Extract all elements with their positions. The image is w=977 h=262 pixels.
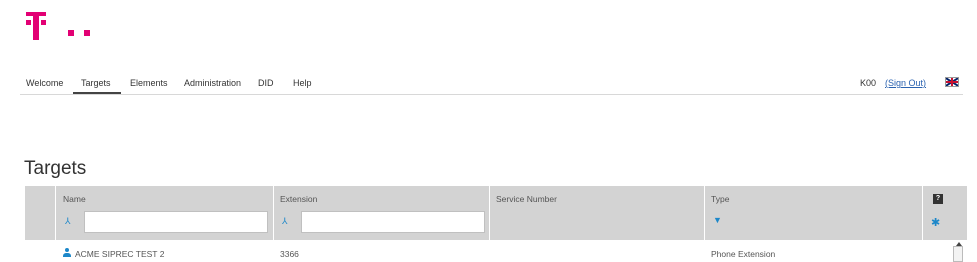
page-title: Targets (24, 158, 87, 179)
column-separator (922, 186, 923, 240)
column-header-name[interactable]: Name (63, 194, 86, 204)
filter-operator-icon[interactable]: ⅄ (282, 216, 288, 227)
column-header-extension[interactable]: Extension (280, 194, 317, 204)
person-icon (62, 248, 72, 258)
nav-divider (20, 94, 963, 95)
row-type: Phone Extension (711, 249, 776, 259)
column-separator (55, 186, 56, 240)
row-name[interactable]: ACME SIPREC TEST 2 (75, 249, 164, 259)
nav-did[interactable]: DID (258, 78, 274, 88)
nav-targets[interactable]: Targets (81, 78, 111, 88)
nav-elements[interactable]: Elements (130, 78, 168, 88)
column-separator (489, 186, 490, 240)
nav-administration[interactable]: Administration (184, 78, 241, 88)
row-extension: 3366 (280, 249, 299, 259)
help-button[interactable]: ? (933, 194, 943, 204)
uk-flag-icon[interactable] (945, 77, 959, 87)
column-separator (704, 186, 705, 240)
sign-out-link[interactable]: (Sign Out) (885, 78, 926, 88)
filter-operator-icon[interactable]: ⅄ (65, 216, 71, 227)
user-name: K00 (860, 78, 877, 88)
scrollbar[interactable] (953, 246, 963, 262)
telekom-logo (24, 10, 104, 40)
column-header-type[interactable]: Type (711, 194, 729, 204)
gear-icon[interactable]: ✱ (931, 216, 940, 229)
name-filter-input[interactable] (84, 211, 268, 233)
extension-filter-input[interactable] (301, 211, 485, 233)
funnel-icon[interactable]: ▼ (713, 215, 722, 225)
column-header-service-number[interactable]: Service Number (496, 194, 557, 204)
column-separator (273, 186, 274, 240)
nav-welcome[interactable]: Welcome (26, 78, 63, 88)
nav-help[interactable]: Help (293, 78, 312, 88)
